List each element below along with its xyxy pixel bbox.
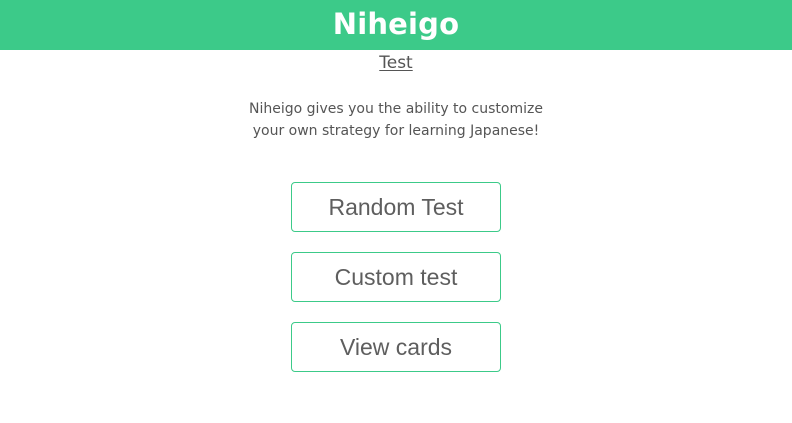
action-buttons: Random Test Custom test View cards bbox=[291, 182, 501, 392]
test-page-link[interactable]: Test bbox=[379, 53, 412, 73]
intro-description: Niheigo gives you the ability to customi… bbox=[249, 101, 543, 139]
custom-test-button[interactable]: Custom test bbox=[291, 252, 501, 302]
random-test-button[interactable]: Random Test bbox=[291, 182, 501, 232]
view-cards-button[interactable]: View cards bbox=[291, 322, 501, 372]
brand-logo-text[interactable]: Niheigo bbox=[333, 9, 460, 41]
main-content: Test Niheigo gives you the ability to cu… bbox=[0, 50, 792, 392]
top-header-bar: Niheigo bbox=[0, 0, 792, 50]
